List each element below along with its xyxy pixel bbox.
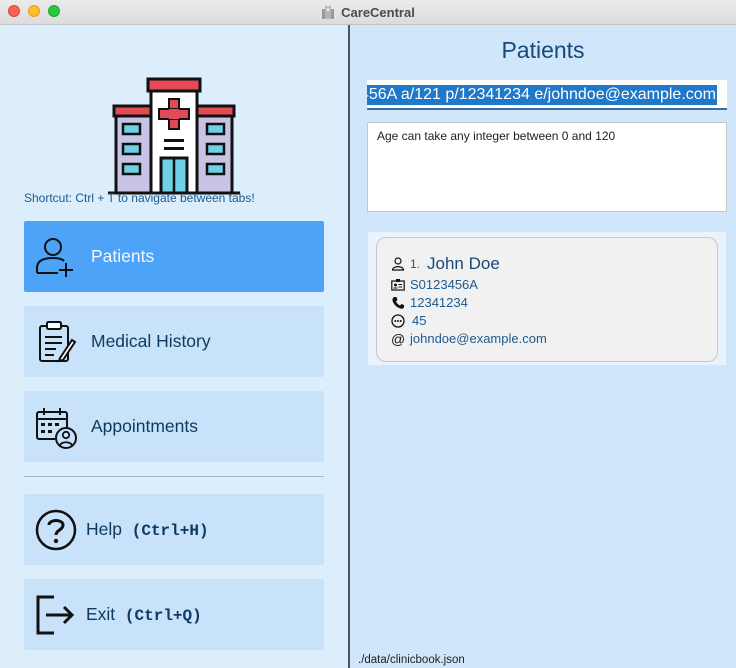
tab-appointments-label: Appointments bbox=[91, 416, 199, 436]
patient-age-row: 45 bbox=[391, 313, 426, 328]
tab-appointments[interactable]: Appointments bbox=[24, 391, 324, 462]
help-shortcut: (Ctrl+H) bbox=[131, 522, 209, 540]
help-label: Help bbox=[86, 519, 122, 539]
main-panel: Patients 456A a/121 p/12341234 e/johndoe… bbox=[350, 25, 736, 668]
hospital-app-icon bbox=[322, 5, 335, 19]
help-label-group: Help (Ctrl+H) bbox=[86, 519, 209, 540]
result-display[interactable]: Age can take any integer between 0 and 1… bbox=[367, 122, 727, 212]
result-display-text: Age can take any integer between 0 and 1… bbox=[377, 129, 616, 143]
shortcut-hint: Shortcut: Ctrl + T to navigate between t… bbox=[24, 191, 255, 205]
help-button[interactable]: Help (Ctrl+H) bbox=[24, 494, 324, 565]
window-title-group: CareCentral bbox=[0, 0, 736, 24]
patient-email-row: @ johndoe@example.com bbox=[391, 331, 547, 346]
sidebar-divider bbox=[24, 476, 324, 477]
person-icon bbox=[391, 257, 405, 271]
at-sign-icon: @ bbox=[391, 330, 406, 347]
hospital-logo-icon bbox=[108, 77, 240, 195]
tab-patients[interactable]: Patients bbox=[24, 221, 324, 292]
patient-nric: S0123456A bbox=[410, 277, 478, 292]
patient-add-icon bbox=[36, 237, 73, 277]
tab-medical-history[interactable]: Medical History bbox=[24, 306, 324, 377]
question-circle-icon bbox=[35, 509, 77, 550]
clipboard-icon bbox=[39, 320, 77, 362]
id-card-icon bbox=[391, 278, 405, 291]
sidebar: Shortcut: Ctrl + T to navigate between t… bbox=[0, 25, 348, 668]
patient-card[interactable]: 1. John Doe S0123456A 12341234 45 @ john… bbox=[376, 237, 718, 362]
patient-phone: 12341234 bbox=[410, 295, 468, 310]
exit-label: Exit bbox=[86, 604, 116, 624]
age-icon bbox=[391, 313, 405, 328]
patient-name-row: 1. John Doe bbox=[391, 254, 500, 274]
page-title: Patients bbox=[501, 37, 585, 63]
status-bar-path: ./data/clinicbook.json bbox=[358, 654, 465, 666]
patient-email: johndoe@example.com bbox=[410, 331, 547, 346]
exit-label-group: Exit (Ctrl+Q) bbox=[86, 604, 202, 625]
command-input-value: 456A a/121 p/12341234 e/johndoe@example.… bbox=[367, 85, 717, 105]
exit-icon bbox=[36, 595, 75, 634]
patient-nric-row: S0123456A bbox=[391, 277, 478, 292]
command-input[interactable]: 456A a/121 p/12341234 e/johndoe@example.… bbox=[367, 80, 727, 110]
title-bar: CareCentral bbox=[0, 0, 736, 25]
patient-phone-row: 12341234 bbox=[391, 295, 468, 310]
patient-name: John Doe bbox=[427, 254, 500, 273]
calendar-doctor-icon bbox=[36, 407, 77, 449]
patient-list[interactable]: 1. John Doe S0123456A 12341234 45 @ john… bbox=[368, 232, 726, 365]
patient-index: 1. bbox=[410, 257, 421, 271]
tab-patients-label: Patients bbox=[91, 246, 155, 266]
phone-icon bbox=[392, 296, 404, 309]
window-title: CareCentral bbox=[341, 4, 415, 20]
tab-medical-history-label: Medical History bbox=[91, 331, 211, 351]
exit-button[interactable]: Exit (Ctrl+Q) bbox=[24, 579, 324, 650]
patient-age: 45 bbox=[412, 313, 427, 328]
exit-shortcut: (Ctrl+Q) bbox=[124, 607, 202, 625]
